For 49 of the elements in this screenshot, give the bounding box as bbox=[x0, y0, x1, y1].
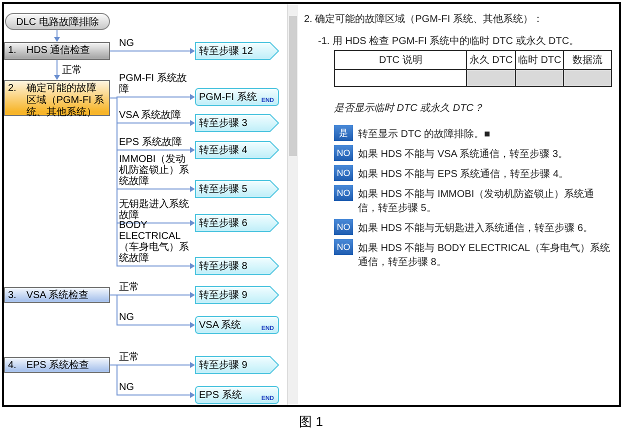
answer-text: 如果 HDS 不能与 VSA 系统通信，转至步骤 3。 bbox=[358, 148, 568, 161]
node-label: 转至步骤 6 bbox=[199, 216, 248, 230]
node-label: 转至步骤 4 bbox=[199, 144, 248, 157]
answer-badge: NO bbox=[334, 239, 353, 255]
branch-label: 无钥匙进入系统故障 bbox=[119, 199, 190, 221]
answer-text: 如果 HDS 不能与 IMMOBI（发动机防盗锁止）系统通信，转至步骤 5。 bbox=[358, 188, 596, 215]
step-label: EPS 系统检查 bbox=[26, 360, 90, 372]
node-label: VSA 系统 bbox=[199, 318, 242, 332]
node-label: 转至步骤 12 bbox=[199, 44, 253, 58]
node-label: 转至步骤 9 bbox=[199, 358, 248, 372]
answer-text: 如果 HDS 不能与 EPS 系统通信，转至步骤 4。 bbox=[358, 168, 569, 181]
answer-text: 如果 HDS 不能与无钥匙进入系统通信，转至步骤 6。 bbox=[358, 222, 594, 235]
answer-text: 如果 HDS 不能与 BODY ELECTRICAL（车身电气）系统通信，转至步骤 8。 bbox=[358, 242, 612, 269]
branch-label: NG bbox=[119, 38, 135, 49]
answer-badge: 是 bbox=[334, 125, 353, 141]
node-label: 转至步骤 8 bbox=[199, 260, 248, 273]
node-label: 转至步骤 5 bbox=[199, 182, 248, 196]
figure-caption: 图 1 bbox=[298, 413, 324, 431]
step-number: 1. bbox=[8, 45, 16, 57]
branch-label: BODY ELECTRICAL（车身电气）系统故障 bbox=[119, 220, 190, 264]
node-label: 转至步骤 9 bbox=[199, 288, 248, 302]
step-label: 确定可能的故障区域（PGM-FI 系统、其他系统） bbox=[26, 83, 106, 119]
node-label: EPS 系统 bbox=[199, 388, 242, 402]
section-heading: 2. 确定可能的故障区域（PGM-FI 系统、其他系统）： bbox=[304, 12, 544, 26]
branch-label: NG bbox=[119, 382, 135, 393]
answer-badge: NO bbox=[334, 165, 353, 181]
table-header: DTC 说明 bbox=[334, 50, 467, 70]
answer-badge: NO bbox=[334, 145, 353, 161]
step-label: HDS 通信检查 bbox=[26, 45, 90, 57]
branch-label: NG bbox=[119, 312, 135, 323]
answer-text: 转至显示 DTC 的故障排除。■ bbox=[358, 128, 490, 141]
flow-label: 正常 bbox=[62, 64, 82, 77]
node-label: PGM-FI 系统 bbox=[199, 90, 257, 104]
substep-text: -1. 用 HDS 检查 PGM-FI 系统中的临时 DTC 或永久 DTC。 bbox=[318, 34, 580, 48]
step-number: 4. bbox=[8, 360, 16, 372]
step-number: 2. bbox=[8, 83, 16, 95]
branch-label: 正常 bbox=[119, 352, 140, 363]
question-text: 是否显示临时 DTC 或永久 DTC？ bbox=[334, 102, 484, 115]
step-number: 3. bbox=[8, 290, 16, 302]
branch-label: PGM-FI 系统故障 bbox=[119, 73, 188, 95]
answer-badge: NO bbox=[334, 219, 353, 235]
branch-label: IMMOBI（发动机防盗锁止）系统故障 bbox=[119, 154, 190, 187]
branch-label: EPS 系统故障 bbox=[119, 137, 183, 148]
answer-badge: NO bbox=[334, 185, 353, 201]
branch-label: VSA 系统故障 bbox=[119, 110, 182, 121]
branch-label: 正常 bbox=[119, 282, 140, 293]
start-node: DLC 电路故障排除 bbox=[5, 13, 110, 30]
step-label: VSA 系统检查 bbox=[26, 290, 89, 302]
node-label: 转至步骤 3 bbox=[199, 116, 248, 130]
